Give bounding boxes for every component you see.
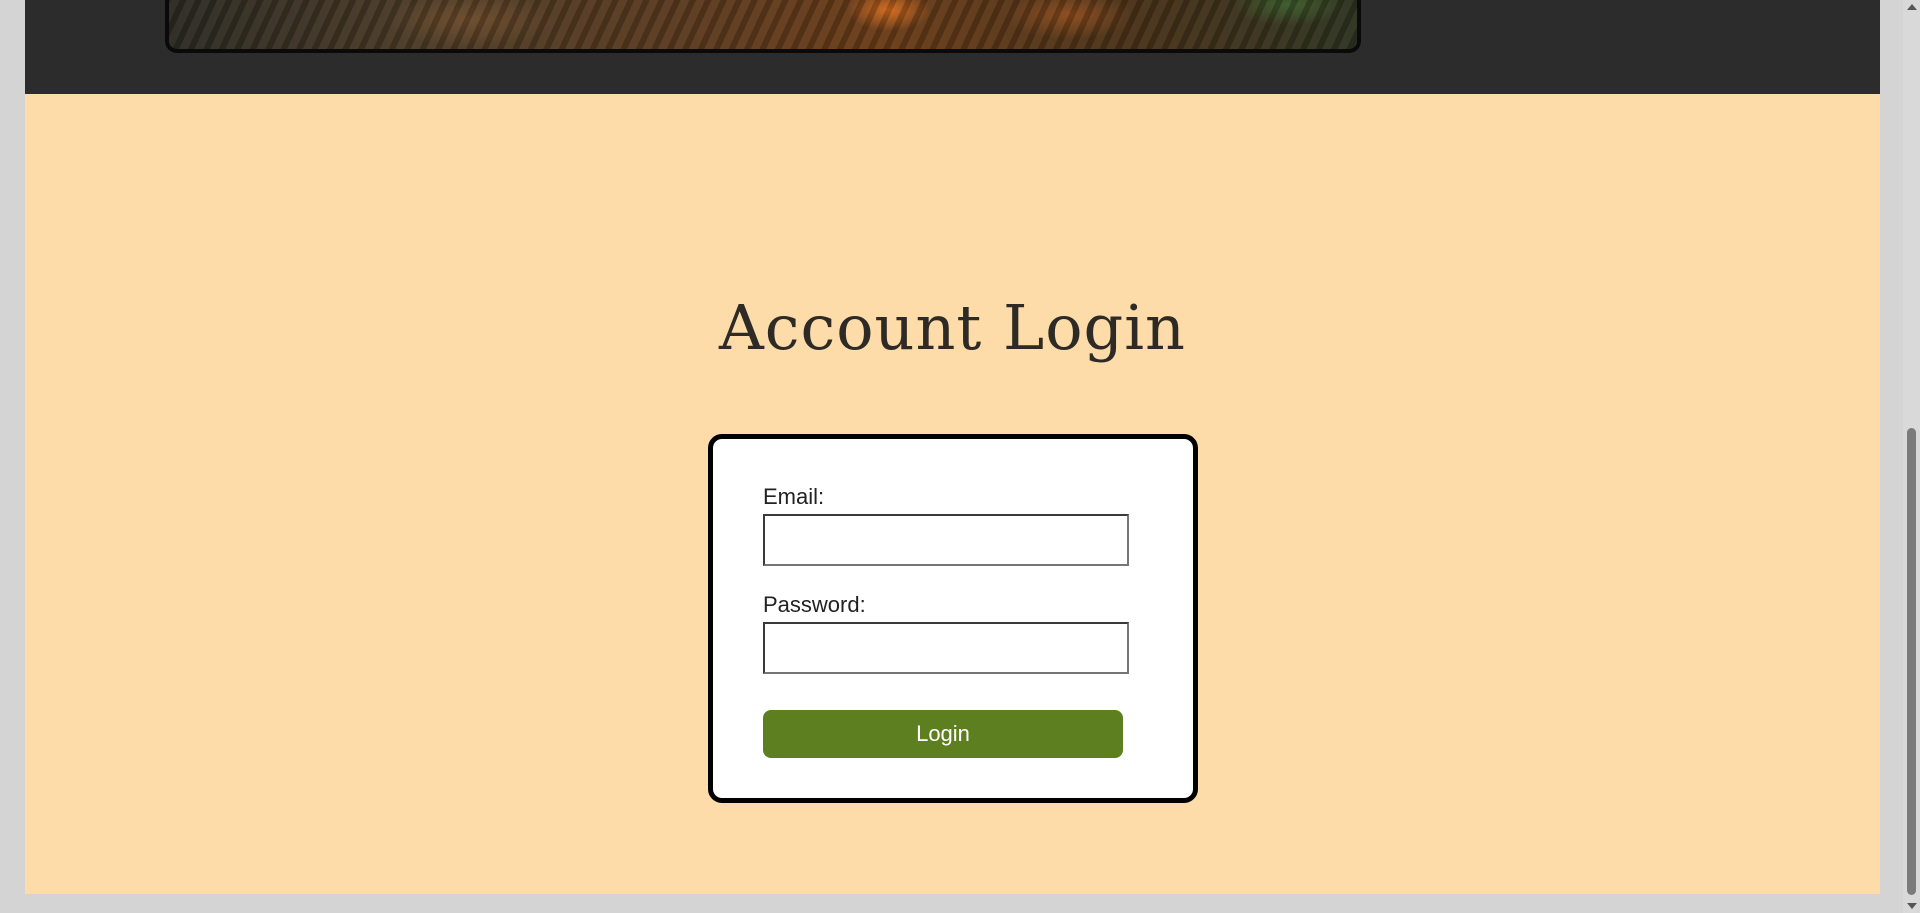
vertical-scrollbar[interactable] [1903,0,1920,913]
scroll-down-arrow-icon[interactable] [1907,903,1917,909]
login-form: Email: Password: Login [708,434,1198,803]
main-content: Account Login Email: Password: Login [25,94,1880,894]
header-strip [25,0,1880,94]
email-field[interactable] [763,514,1129,566]
banner-image [165,0,1361,53]
login-button[interactable]: Login [763,710,1123,758]
email-label: Email: [763,484,825,509]
scroll-thumb[interactable] [1907,428,1916,895]
password-label: Password: [763,592,866,617]
scroll-up-arrow-icon[interactable] [1907,4,1917,10]
password-field[interactable] [763,622,1129,674]
page-title: Account Login [719,291,1186,364]
